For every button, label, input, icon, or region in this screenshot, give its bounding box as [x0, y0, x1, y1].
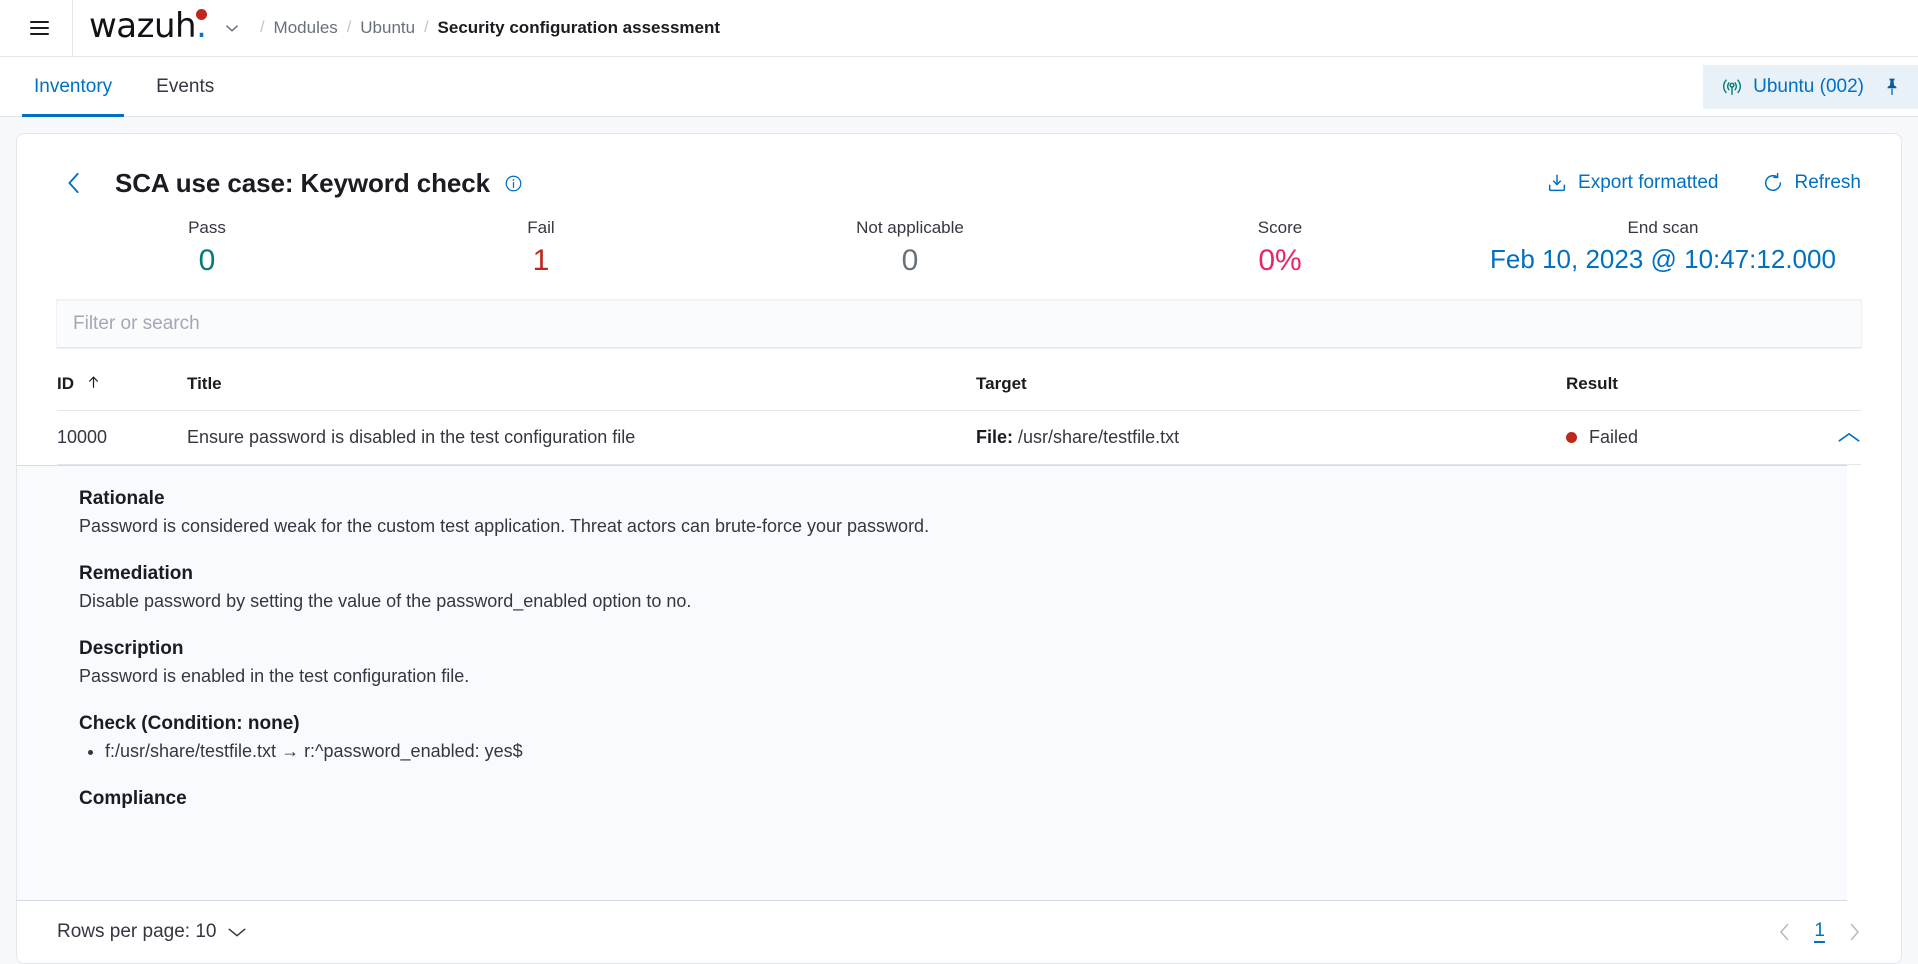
hamburger-icon[interactable] — [22, 11, 56, 45]
detail-heading-description: Description — [79, 638, 184, 659]
table-row[interactable]: 10000 Ensure password is disabled in the… — [57, 410, 1861, 465]
refresh-button[interactable]: Refresh — [1762, 172, 1861, 194]
detail-text-description: Password is enabled in the test configur… — [79, 666, 470, 686]
wazuh-logo[interactable]: wazuh. — [89, 6, 208, 47]
refresh-label: Refresh — [1794, 172, 1861, 193]
target-key: File: — [976, 427, 1014, 447]
pagination-page-1[interactable]: 1 — [1814, 920, 1825, 944]
stat-pass-value: 0 — [198, 244, 216, 277]
cell-target: File: /usr/share/testfile.txt — [976, 410, 1566, 465]
search-row — [17, 278, 1901, 348]
column-header-target[interactable]: Target — [976, 366, 1566, 411]
column-header-title-label: Title — [187, 374, 222, 393]
card-actions: Export formatted Refresh — [1546, 172, 1861, 194]
column-header-title[interactable]: Title — [187, 366, 976, 411]
pagination-previous-button[interactable] — [1778, 922, 1792, 942]
detail-heading-compliance: Compliance — [79, 788, 187, 809]
stats-summary: Pass 0 Fail 1 Not applicable 0 Score 0% … — [17, 200, 1901, 278]
table-header-row: ID Title Target Result — [57, 366, 1861, 411]
stat-end-scan: End scan Feb 10, 2023 @ 10:47:12.000 — [1465, 218, 1861, 278]
export-formatted-button[interactable]: Export formatted — [1546, 172, 1718, 194]
cell-title: Ensure password is disabled in the test … — [187, 410, 976, 465]
sca-policy-card: SCA use case: Keyword check Export forma… — [16, 133, 1902, 964]
cell-expand — [1801, 410, 1861, 465]
rows-per-page-label: Rows per page: 10 — [57, 921, 217, 942]
brand-dot: . — [196, 6, 208, 46]
pagination-next-button[interactable] — [1847, 922, 1861, 942]
card-header: SCA use case: Keyword check Export forma… — [17, 134, 1901, 200]
status-dot-failed — [1566, 432, 1577, 443]
status-badge: Failed — [1589, 427, 1639, 447]
stat-pass-label: Pass — [188, 218, 226, 237]
stat-fail: Fail 1 — [357, 218, 725, 278]
page-body: SCA use case: Keyword check Export forma… — [0, 117, 1918, 964]
chevron-down-icon — [227, 925, 247, 939]
rows-per-page-selector[interactable]: Rows per page: 10 — [57, 921, 247, 943]
breadcrumb-separator: / — [260, 19, 265, 36]
divider — [72, 0, 73, 57]
detail-text-remediation: Disable password by setting the value of… — [79, 591, 692, 611]
export-download-icon — [1546, 172, 1568, 194]
checks-table-wrapper: ID Title Target Result 10000 Ensure pass… — [17, 366, 1901, 465]
column-header-id[interactable]: ID — [57, 366, 187, 411]
column-header-result-label: Result — [1566, 374, 1618, 393]
top-navigation-bar: wazuh. / Modules / Ubuntu / Security con… — [0, 0, 1918, 57]
brand-name: wazuh — [89, 6, 197, 46]
column-header-target-label: Target — [976, 374, 1027, 393]
breadcrumb-separator: / — [424, 19, 429, 36]
stat-end-scan-value: Feb 10, 2023 @ 10:47:12.000 — [1490, 244, 1836, 274]
cell-result: Failed — [1566, 410, 1801, 465]
chevron-up-icon[interactable] — [1801, 430, 1861, 446]
column-header-result[interactable]: Result — [1566, 366, 1801, 411]
breadcrumb-separator: / — [346, 19, 352, 36]
refresh-icon — [1762, 172, 1784, 194]
detail-heading-rationale: Rationale — [79, 488, 165, 509]
stat-not-applicable-value: 0 — [901, 244, 919, 277]
stat-score: Score 0% — [1095, 218, 1465, 278]
checks-table: ID Title Target Result 10000 Ensure pass… — [57, 366, 1861, 465]
tab-events[interactable]: Events — [134, 57, 236, 116]
target-value: /usr/share/testfile.txt — [1018, 427, 1180, 447]
tab-list: Inventory Events — [0, 57, 236, 117]
breadcrumb-item-ubuntu[interactable]: Ubuntu — [360, 18, 415, 38]
list-item: f:/usr/share/testfile.txt → r:^password_… — [105, 741, 1847, 762]
export-formatted-label: Export formatted — [1578, 172, 1719, 193]
check-detail-panel: Rationale Password is considered weak fo… — [17, 465, 1847, 901]
detail-heading-remediation: Remediation — [79, 563, 194, 584]
stat-score-value: 0% — [1258, 244, 1302, 277]
breadcrumb: / Modules / Ubuntu / Security configurat… — [251, 18, 720, 38]
cell-id: 10000 — [57, 410, 187, 465]
back-button[interactable] — [57, 166, 91, 200]
info-circle-icon[interactable] — [504, 174, 523, 193]
stat-score-label: Score — [1257, 218, 1303, 237]
tab-inventory-label: Inventory — [34, 75, 113, 97]
table-footer: Rows per page: 10 1 — [17, 901, 1901, 963]
stat-fail-label: Fail — [527, 218, 555, 237]
stat-not-applicable: Not applicable 0 — [725, 218, 1095, 278]
stat-pass: Pass 0 — [57, 218, 357, 278]
agent-selector-pill[interactable]: Ubuntu (002) — [1703, 64, 1918, 109]
breadcrumb-item-current: Security configuration assessment — [437, 18, 721, 37]
tab-events-label: Events — [156, 75, 215, 97]
tab-bar: Inventory Events Ubuntu (002) — [0, 57, 1918, 117]
detail-heading-check: Check (Condition: none) — [79, 713, 300, 734]
stat-fail-value: 1 — [532, 244, 550, 277]
stat-not-applicable-label: Not applicable — [856, 218, 964, 237]
pin-icon[interactable] — [1882, 77, 1902, 97]
detail-check-list: f:/usr/share/testfile.txt → r:^password_… — [105, 741, 1847, 762]
page-title: SCA use case: Keyword check — [115, 167, 490, 198]
column-header-expand — [1801, 366, 1861, 411]
tab-inventory[interactable]: Inventory — [12, 57, 134, 117]
arrow-up-icon — [87, 374, 100, 393]
pagination: 1 — [1778, 920, 1861, 944]
search-input[interactable] — [57, 300, 1861, 348]
agent-name-label: Ubuntu (002) — [1753, 75, 1864, 97]
detail-text-rationale: Password is considered weak for the cust… — [79, 516, 930, 536]
antenna-signal-icon — [1721, 77, 1743, 97]
stat-end-scan-label: End scan — [1627, 218, 1699, 237]
column-header-id-label: ID — [57, 374, 74, 393]
breadcrumb-item-modules[interactable]: Modules — [274, 18, 338, 38]
chevron-down-icon[interactable] — [221, 17, 243, 39]
